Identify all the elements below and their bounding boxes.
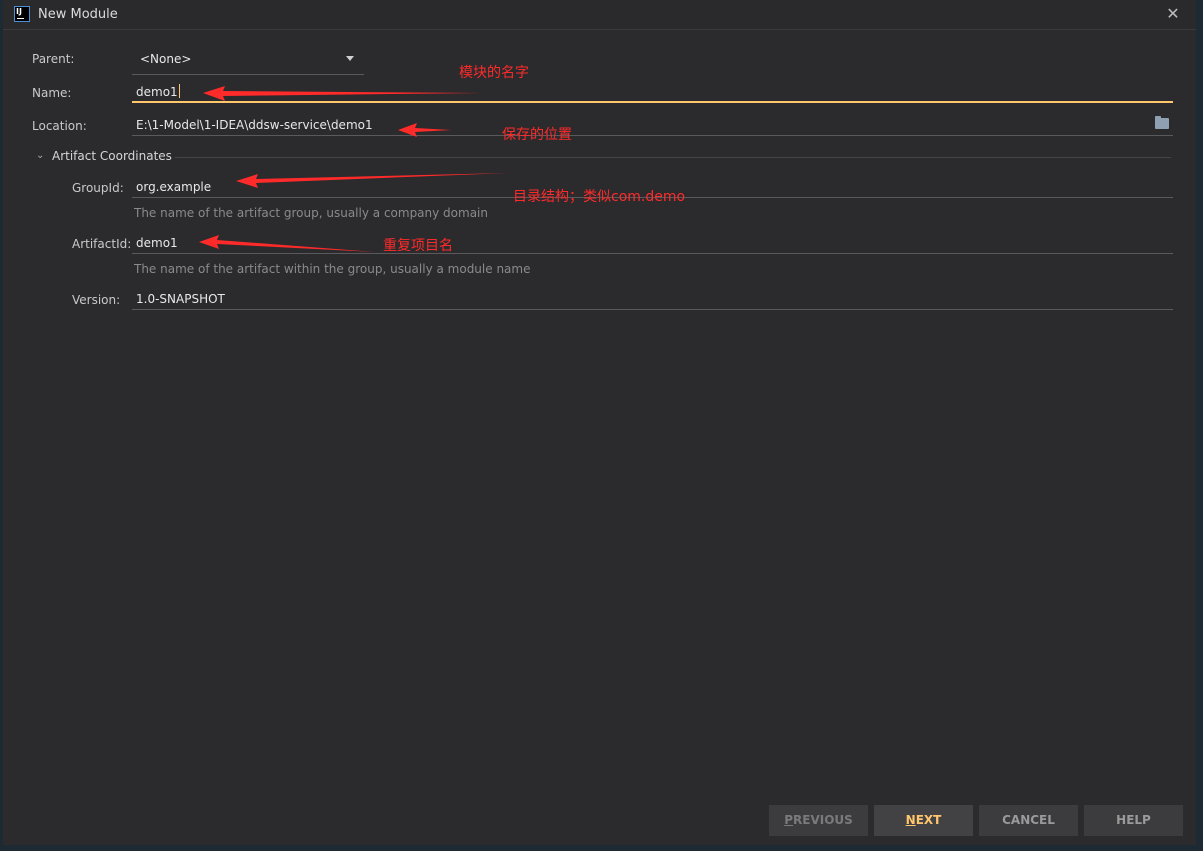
previous-mnemonic: P — [784, 813, 793, 827]
groupid-annotation: 目录结构；类似com.demo — [513, 189, 686, 205]
previous-button[interactable]: PREVIOUS — [769, 805, 868, 836]
location-label: Location: — [32, 119, 87, 133]
next-label: EXT — [915, 813, 942, 827]
artifactid-annotation: 重复项目名 — [383, 238, 453, 254]
artifactid-field[interactable]: demo1 — [132, 232, 1173, 254]
name-field-value: demo1 — [136, 85, 178, 99]
location-field-value: E:\1-Model\1-IDEA\ddsw-service\demo1 — [136, 118, 373, 132]
version-field-value: 1.0-SNAPSHOT — [136, 292, 225, 306]
name-annotation: 模块的名字 — [459, 65, 529, 81]
title-bar: IJ New Module ✕ — [3, 0, 1196, 30]
version-field[interactable]: 1.0-SNAPSHOT — [132, 288, 1173, 310]
parent-label: Parent: — [32, 52, 75, 66]
folder-icon[interactable] — [1155, 116, 1169, 129]
next-mnemonic: N — [905, 813, 916, 827]
chevron-down-icon[interactable]: ⌄ — [36, 150, 44, 162]
next-button[interactable]: NEXT — [874, 805, 973, 836]
name-field[interactable]: demo1 — [132, 81, 1173, 103]
location-field[interactable]: E:\1-Model\1-IDEA\ddsw-service\demo1 — [132, 114, 1173, 136]
name-label: Name: — [32, 86, 72, 100]
version-label: Version: — [72, 293, 121, 307]
artifactid-label: ArtifactId: — [72, 237, 132, 251]
location-annotation: 保存的位置 — [502, 127, 572, 143]
help-button[interactable]: HELP — [1084, 805, 1183, 836]
groupid-field-value: org.example — [136, 180, 212, 194]
previous-label: REVIOUS — [793, 813, 853, 827]
section-divider — [175, 157, 1171, 158]
groupid-hint: The name of the artifact group, usually … — [134, 206, 488, 220]
artifactid-hint: The name of the artifact within the grou… — [134, 262, 531, 276]
chevron-down-icon — [346, 56, 354, 61]
intellij-idea-icon: IJ — [14, 6, 30, 22]
dialog-title: New Module — [38, 7, 118, 22]
cancel-button[interactable]: CANCEL — [979, 805, 1078, 836]
artifactid-field-value: demo1 — [136, 236, 178, 250]
parent-select[interactable]: <None> — [132, 47, 364, 75]
close-icon[interactable]: ✕ — [1164, 5, 1182, 23]
parent-select-value: <None> — [140, 52, 192, 66]
artifact-coordinates-toggle[interactable]: Artifact Coordinates — [52, 149, 172, 163]
groupid-label: GroupId: — [72, 181, 124, 195]
new-module-dialog: IJ New Module ✕ Parent: <None> Name: dem… — [3, 0, 1196, 845]
text-caret — [178, 84, 180, 98]
